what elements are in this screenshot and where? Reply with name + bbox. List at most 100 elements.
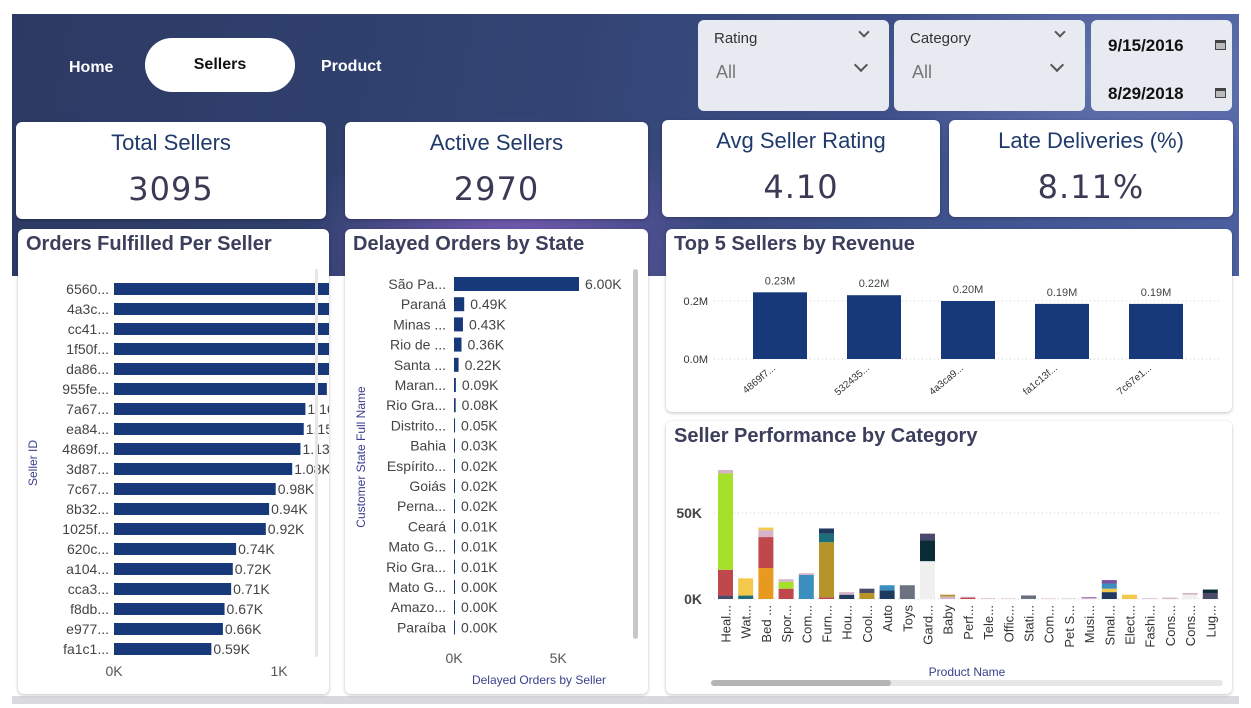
x-tick-label: 0K	[445, 650, 463, 666]
rating-slicer[interactable]: Rating All	[698, 20, 889, 111]
data-label: 0.09K	[462, 377, 499, 393]
x-tick-label: Hou...	[840, 605, 855, 640]
data-label: 0.01K	[461, 539, 498, 555]
x-tick-label: Com...	[799, 605, 814, 643]
nav-sellers-button[interactable]: Sellers	[145, 38, 295, 92]
bar	[454, 317, 463, 332]
bar-segment	[920, 533, 935, 541]
bar-segment	[879, 590, 895, 599]
rating-slicer-value: All	[716, 62, 737, 82]
bar	[114, 423, 304, 435]
bar-segment	[738, 578, 754, 596]
data-label: 0.74K	[238, 541, 275, 557]
y-tick-label: Goiás	[409, 478, 446, 494]
bar-segment	[879, 585, 895, 591]
bar-segment	[778, 588, 794, 599]
kpi-avg-seller-rating: Avg Seller Rating 4.10	[662, 120, 940, 217]
bar	[114, 583, 232, 595]
x-tick-label: 0K	[105, 663, 123, 679]
data-label: 1.08K	[294, 461, 329, 477]
y-tick-label: cc41...	[68, 321, 109, 337]
data-label: 0.92K	[268, 521, 305, 537]
category-performance-visual[interactable]: Seller Performance by Category 0K 50K Heal…	[666, 421, 1232, 694]
data-label: 0.19M	[1141, 287, 1172, 299]
calendar-icon[interactable]	[1215, 88, 1226, 98]
x-tick-label: Com...	[1042, 605, 1057, 643]
bar-segment	[1202, 589, 1218, 593]
y-tick-label: Paraná	[401, 296, 446, 312]
y-tick-label: Mato G...	[388, 579, 446, 595]
data-label: 0.71K	[233, 581, 270, 597]
bar	[114, 523, 266, 535]
data-label: 0.20M	[953, 284, 984, 296]
kpi-value: 3095	[128, 170, 214, 208]
data-label: 0.49K	[470, 296, 507, 312]
calendar-icon[interactable]	[1215, 40, 1226, 50]
y-tick-label: Paraíba	[397, 619, 446, 635]
bar	[454, 398, 456, 413]
category-performance-chart[interactable]: 0K 50K Heal... Wat... Bed ... Spor... Com... Fu…	[666, 421, 1232, 694]
data-label: 0.01K	[461, 559, 498, 575]
orders-per-seller-visual[interactable]: Orders Fulfilled Per Seller 6560...1.85K…	[18, 229, 329, 694]
end-date-input[interactable]: 8/29/2018	[1108, 84, 1184, 104]
bar-segment	[1162, 597, 1178, 599]
x-tick-label: 4869f7...	[741, 363, 778, 396]
y-tick-label: 7a67...	[66, 401, 109, 417]
x-tick-label: 1K	[270, 663, 288, 679]
y-tick-label: Rio Gra...	[386, 397, 446, 413]
x-axis-title: Delayed Orders by Seller	[472, 673, 606, 687]
bar	[114, 483, 276, 495]
x-tick-label: Smal...	[1102, 605, 1117, 645]
data-label: 0.43K	[469, 316, 506, 332]
x-tick-label: 5K	[550, 650, 568, 666]
chevron-down-icon[interactable]	[858, 26, 870, 38]
bar	[454, 357, 459, 372]
y-tick-label: da86...	[66, 361, 109, 377]
category-slicer[interactable]: Category All	[894, 20, 1085, 111]
bar-segment	[1081, 597, 1097, 599]
y-tick-label: e977...	[66, 621, 109, 637]
bar	[454, 297, 465, 312]
x-tick-label: Fashi...	[1143, 605, 1158, 648]
x-tick-label: Musi...	[1082, 605, 1097, 643]
orders-per-seller-chart[interactable]: 6560...1.85K4a3c...1.81Kcc41...1.71K1f50…	[18, 229, 329, 694]
y-tick-label: 7c67...	[67, 481, 109, 497]
y-tick-label: Ceará	[408, 518, 446, 534]
date-range-slicer[interactable]: 9/15/2016 8/29/2018	[1091, 20, 1232, 111]
delayed-orders-visual[interactable]: Delayed Orders by State São Pa... 6.00K Pa…	[345, 229, 648, 694]
data-label: 1.16K	[307, 401, 329, 417]
top-sellers-visual[interactable]: Top 5 Sellers by Revenue 0.0M 0.2M 0.23M 48…	[666, 229, 1232, 412]
kpi-label: Late Deliveries (%)	[998, 128, 1184, 153]
bar-segment	[819, 542, 834, 598]
x-tick-label: Bed ...	[759, 605, 774, 643]
start-date-input[interactable]: 9/15/2016	[1108, 36, 1184, 56]
bar	[114, 623, 223, 635]
x-tick-label: Lug...	[1203, 605, 1218, 638]
chevron-down-icon[interactable]	[1054, 26, 1066, 38]
x-tick-label: Cons...	[1183, 605, 1198, 646]
bar-segment	[1101, 592, 1117, 599]
bar	[454, 600, 455, 615]
data-label: 0.05K	[461, 417, 498, 433]
y-tick-label: Distrito...	[391, 417, 446, 433]
kpi-value: 4.10	[763, 168, 839, 206]
bar	[454, 580, 455, 594]
bar-segment	[1041, 598, 1057, 599]
bar-segment	[778, 579, 794, 582]
page-scrollbar[interactable]	[12, 696, 1239, 704]
delayed-orders-chart[interactable]: São Pa... 6.00K Paraná 0.49K Minas ... 0.43K R…	[345, 229, 648, 694]
chevron-down-icon[interactable]	[1049, 57, 1065, 73]
bar-segment	[960, 596, 976, 598]
bar-segment	[738, 595, 754, 599]
top-sellers-chart[interactable]: 0.0M 0.2M 0.23M 4869f7... 0.22M 532435... 0.20…	[666, 229, 1232, 412]
kpi-late-deliveries: Late Deliveries (%) 8.11%	[949, 120, 1233, 217]
data-label: 0.98K	[278, 481, 315, 497]
bar	[114, 443, 301, 455]
nav-home-button[interactable]: Home	[69, 59, 113, 77]
bar	[753, 292, 807, 359]
nav-product-button[interactable]: Product	[321, 58, 381, 76]
rating-slicer-title: Rating	[714, 30, 758, 47]
bar-segment	[1142, 598, 1158, 599]
chevron-down-icon[interactable]	[853, 57, 869, 73]
bar-segment	[718, 569, 733, 596]
